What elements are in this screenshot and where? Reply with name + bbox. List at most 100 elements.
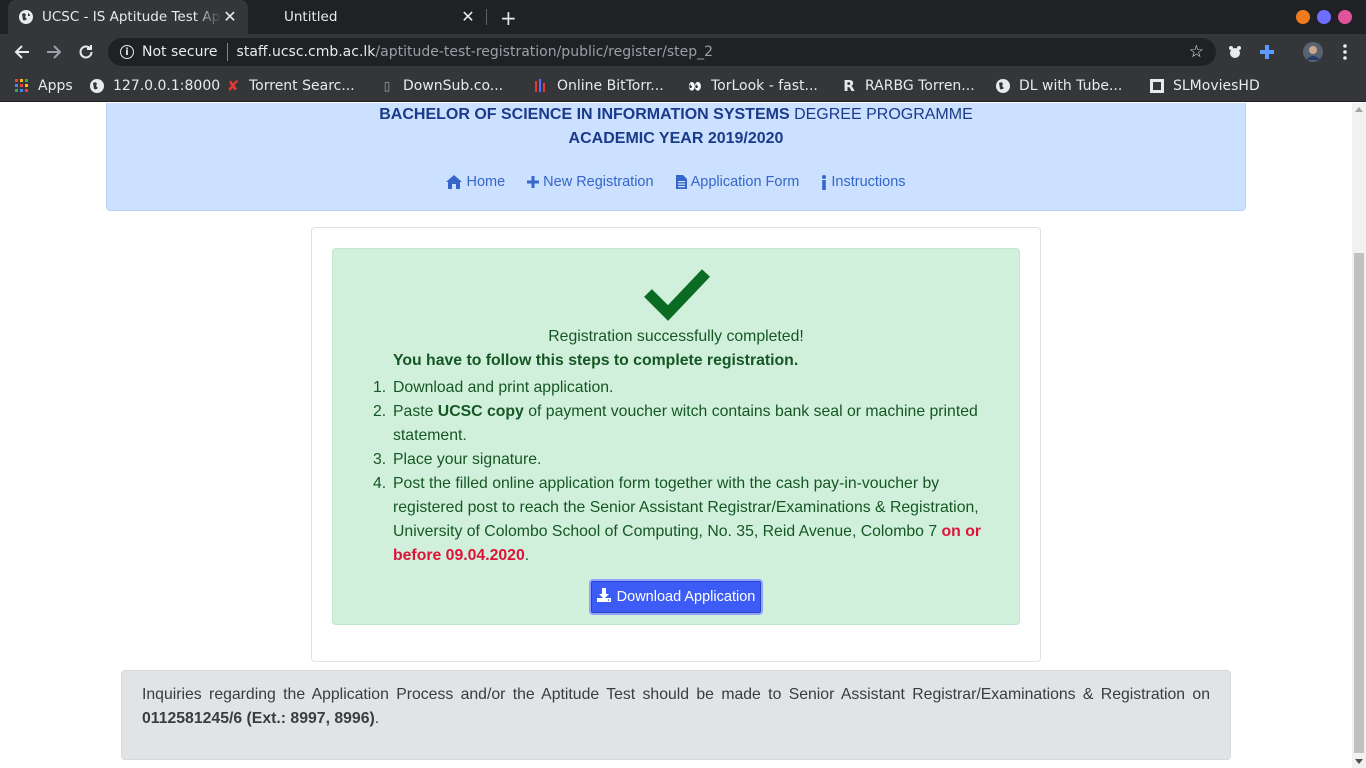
close-icon[interactable]: ✕ (460, 7, 476, 27)
scroll-up-arrow-icon[interactable] (1355, 107, 1363, 112)
extension-icon[interactable] (1258, 43, 1276, 61)
security-label[interactable]: Not secure (142, 44, 218, 60)
bookmark-label: Online BitTorr... (557, 78, 664, 94)
bookmark-label: DownSub.co... (403, 78, 504, 94)
bittorrent-icon (533, 78, 549, 94)
download-icon (596, 588, 611, 606)
checkmark-icon (644, 269, 710, 321)
maximize-button[interactable] (1317, 10, 1331, 24)
bookmark-label: RARBG Torren... (865, 78, 975, 94)
inquiries-phone: 0112581245/6 (Ext.: 8997, 8996) (142, 710, 375, 727)
nav-application-form-label: Application Form (690, 174, 800, 190)
tab-title: UCSC - IS Aptitude Test Ap (42, 9, 221, 25)
top-nav: Home New Registration Application Form I… (107, 174, 1245, 190)
reload-icon[interactable] (74, 40, 98, 64)
avatar[interactable] (1303, 42, 1323, 62)
inquiries-end: . (374, 710, 380, 727)
scrollbar-thumb[interactable] (1354, 253, 1364, 753)
bookmark-localhost[interactable]: 127.0.0.1:8000 (89, 70, 220, 102)
bookmark-label: Torrent Searc... (249, 78, 355, 94)
programme-header: BACHELOR OF SCIENCE IN INFORMATION SYSTE… (106, 103, 1246, 211)
programme-title-bold: BACHELOR OF SCIENCE IN INFORMATION SYSTE… (379, 106, 790, 123)
back-arrow-icon[interactable] (10, 40, 34, 64)
step-text: Post the filled online application form … (393, 472, 993, 568)
nav-home[interactable]: Home (446, 174, 505, 190)
step-text-part: Post the filled online application form … (393, 475, 979, 540)
nav-home-label: Home (466, 174, 506, 190)
info-icon (821, 174, 827, 190)
bookmark-downsub[interactable]: ▯ DownSub.co... (379, 70, 503, 102)
window-controls (1296, 10, 1352, 24)
extension-icon[interactable] (1226, 43, 1244, 61)
tab-strip: UCSC - IS Aptitude Test Ap ✕ Untitled ✕ … (0, 0, 1366, 34)
tab-title: Untitled (284, 9, 338, 25)
bookmark-label: Apps (38, 78, 73, 94)
globe-icon (18, 9, 34, 25)
bookmark-label: SLMoviesHD (1173, 78, 1260, 94)
step-text: Place your signature. (393, 451, 542, 468)
list-item: 4. Post the filled online application for… (373, 472, 993, 568)
bookmarks-bar: Apps 127.0.0.1:8000 ✘ Torrent Searc... ▯… (0, 70, 1366, 102)
forward-arrow-icon[interactable] (42, 40, 66, 64)
info-icon[interactable]: i (120, 45, 134, 59)
url-path[interactable]: /aptitude-test-registration/public/regis… (375, 44, 713, 60)
step-text-part: Paste (393, 403, 438, 420)
success-alert: Registration successfully completed! You… (332, 248, 1020, 625)
close-window-button[interactable] (1338, 10, 1352, 24)
tab-untitled[interactable]: Untitled ✕ (250, 0, 486, 34)
nav-new-registration-label: New Registration (543, 174, 654, 190)
bookmark-torrent-search[interactable]: ✘ Torrent Searc... (225, 70, 355, 102)
new-tab-icon[interactable]: + (500, 6, 517, 30)
rarbg-icon: R (843, 77, 855, 95)
inquiries-panel: Inquiries regarding the Application Proc… (121, 670, 1231, 760)
step-text-bold: UCSC copy (437, 403, 524, 420)
list-item: 2. Paste UCSC copy of payment voucher wit… (373, 400, 993, 448)
bookmark-torlook[interactable]: 👀 TorLook - fast... (687, 70, 818, 102)
bookmark-apps[interactable]: Apps (14, 70, 73, 102)
programme-title: BACHELOR OF SCIENCE IN INFORMATION SYSTE… (107, 106, 1245, 124)
bookmark-label: DL with Tube... (1019, 78, 1123, 94)
tab-ucsc[interactable]: UCSC - IS Aptitude Test Ap ✕ (8, 0, 248, 34)
url-host[interactable]: staff.ucsc.cmb.ac.lk (237, 44, 376, 60)
downsub-icon: ▯ (383, 79, 391, 93)
plus-icon (527, 176, 540, 188)
steps-title: You have to follow this steps to complet… (393, 352, 799, 369)
bookmark-label: 127.0.0.1:8000 (113, 78, 221, 94)
bookmark-label: TorLook - fast... (711, 78, 818, 94)
bookmark-rarbg[interactable]: R RARBG Torren... (841, 70, 975, 102)
list-item: 1. Download and print application. (373, 376, 993, 400)
omnibox-divider (226, 43, 228, 61)
inquiries-text: Inquiries regarding the Application Proc… (142, 686, 1210, 703)
globe-icon (89, 78, 105, 94)
academic-year: ACADEMIC YEAR 2019/2020 (568, 130, 784, 147)
minimize-button[interactable] (1296, 10, 1310, 24)
bookmark-dl-with-tube[interactable]: DL with Tube... (995, 70, 1122, 102)
step-text: Paste UCSC copy of payment voucher witch… (393, 400, 993, 448)
apps-grid-icon (14, 78, 30, 94)
download-button-label: Download Application (616, 589, 756, 605)
step-text: Download and print application. (393, 379, 614, 396)
page-viewport: BACHELOR OF SCIENCE IN INFORMATION SYSTE… (0, 103, 1352, 768)
nav-new-registration[interactable]: New Registration (527, 174, 654, 190)
bookmark-star-icon[interactable]: ☆ (1189, 42, 1204, 62)
home-icon (446, 175, 463, 189)
nav-application-form[interactable]: Application Form (675, 174, 800, 190)
steps-list: 1. Download and print application. 2. Past… (373, 376, 993, 568)
scroll-down-arrow-icon[interactable] (1355, 759, 1363, 764)
success-message: Registration successfully completed! (548, 328, 804, 345)
menu-kebab-icon[interactable] (1336, 43, 1354, 61)
film-icon (1149, 78, 1165, 94)
programme-title-rest: DEGREE PROGRAMME (789, 106, 973, 123)
close-icon[interactable]: ✕ (222, 7, 238, 27)
address-bar[interactable]: i Not secure staff.ucsc.cmb.ac.lk/aptitu… (108, 38, 1216, 66)
browser-toolbar: i Not secure staff.ucsc.cmb.ac.lk/aptitu… (0, 34, 1366, 70)
vertical-scrollbar[interactable] (1352, 103, 1366, 768)
eyes-icon: 👀 (688, 79, 702, 93)
download-application-button[interactable]: Download Application (589, 579, 763, 615)
result-card: Registration successfully completed! You… (311, 227, 1041, 662)
bookmark-slmovieshd[interactable]: SLMoviesHD (1149, 70, 1260, 102)
nav-instructions[interactable]: Instructions (821, 174, 906, 190)
list-item: 3. Place your signature. (373, 448, 993, 472)
globe-icon (995, 78, 1011, 94)
bookmark-online-bittorrent[interactable]: Online BitTorr... (533, 70, 664, 102)
